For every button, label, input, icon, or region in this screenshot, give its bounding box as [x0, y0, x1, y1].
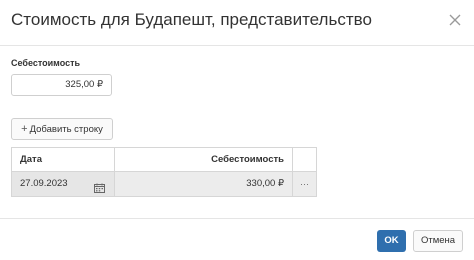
- column-header-cost[interactable]: Себестоимость: [114, 148, 292, 172]
- column-header-actions: [292, 148, 316, 172]
- plus-icon: +: [21, 123, 28, 135]
- close-icon[interactable]: [448, 13, 462, 27]
- calendar-icon[interactable]: [94, 179, 105, 193]
- more-icon: ···: [300, 179, 309, 189]
- cost-grid: Дата Себестоимость 27.09.2023 330,00 ₽ ·…: [11, 147, 317, 197]
- ok-button[interactable]: OK: [377, 230, 406, 252]
- date-cell[interactable]: 27.09.2023: [12, 172, 114, 196]
- header-divider: [0, 45, 474, 46]
- date-value: 27.09.2023: [20, 178, 68, 189]
- cost-cell[interactable]: 330,00 ₽: [114, 172, 292, 196]
- row-menu-button[interactable]: ···: [292, 172, 316, 196]
- cost-dialog: Стоимость для Будапешт, представительств…: [0, 0, 474, 260]
- column-header-date[interactable]: Дата: [12, 148, 114, 172]
- footer-divider: [0, 218, 474, 219]
- add-row-label: Добавить строку: [29, 124, 103, 135]
- cost-label: Себестоимость: [11, 58, 81, 68]
- dialog-title: Стоимость для Будапешт, представительств…: [11, 10, 372, 29]
- cancel-button[interactable]: Отмена: [413, 230, 463, 252]
- cost-input[interactable]: 325,00 ₽: [11, 74, 112, 96]
- add-row-button[interactable]: + Добавить строку: [11, 118, 113, 140]
